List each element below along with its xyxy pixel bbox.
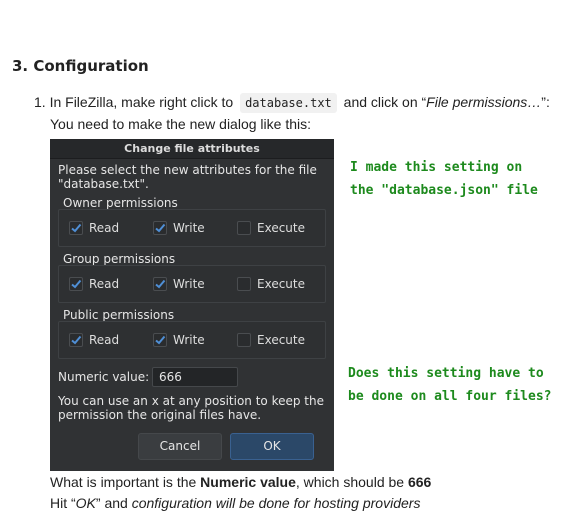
annotation-note2-line2: be done on all four files? — [348, 389, 552, 404]
filename-code: database.txt — [240, 93, 337, 113]
group-write-checkbox[interactable]: Write — [153, 277, 205, 291]
owner-read-checkbox[interactable]: Read — [69, 221, 119, 235]
public-execute-checkbox[interactable]: Execute — [237, 333, 305, 347]
annotation-note2-line1: Does this setting have to — [348, 366, 544, 381]
annotation-note1-line2: the "database.json" file — [350, 183, 538, 198]
step-text-before: In FileZilla, make right click to — [49, 94, 234, 110]
dialog-title: Change file attributes — [50, 139, 334, 159]
owner-write-checkbox[interactable]: Write — [153, 221, 205, 235]
public-read-checkbox[interactable]: Read — [69, 333, 119, 347]
group-execute-checkbox[interactable]: Execute — [237, 277, 305, 291]
checkmark-icon — [153, 333, 167, 347]
hint-line2: permission the original files have. — [58, 408, 262, 422]
group-execute-label: Execute — [257, 277, 305, 291]
footer-line2-rest: configuration will be done for hosting p… — [131, 495, 421, 511]
ok-button[interactable]: OK — [230, 433, 314, 460]
owner-execute-label: Execute — [257, 221, 305, 235]
owner-permissions-label: Owner permissions — [63, 196, 178, 210]
numeric-value-label: Numeric value: — [58, 370, 150, 384]
footer-line2-prefix: Hit “ — [50, 495, 76, 511]
owner-write-label: Write — [173, 221, 205, 235]
checkmark-icon — [69, 221, 83, 235]
dialog-description-line1: Please select the new attributes for the… — [58, 163, 317, 177]
checkmark-icon — [153, 221, 167, 235]
step-1: 1. In FileZilla, make right click to dat… — [34, 93, 550, 113]
empty-checkbox-icon — [237, 221, 251, 235]
footer-line1-middle: , which should be — [295, 474, 408, 490]
footer-line1: What is important is the Numeric value, … — [50, 474, 431, 490]
footer-line2-middle: ” and — [95, 495, 132, 511]
public-write-label: Write — [173, 333, 205, 347]
public-permissions-group: Read Write Execute — [58, 321, 326, 359]
ok-emphasis: OK — [75, 495, 96, 511]
owner-execute-checkbox[interactable]: Execute — [237, 221, 305, 235]
group-read-checkbox[interactable]: Read — [69, 277, 119, 291]
annotation-note1-line1: I made this setting on — [350, 160, 523, 175]
step-text-middle: and click on “ — [343, 94, 427, 110]
checkmark-icon — [69, 277, 83, 291]
numeric-value-emphasis: Numeric value — [200, 474, 296, 490]
public-execute-label: Execute — [257, 333, 305, 347]
footer-line2: Hit “OK” and configuration will be done … — [50, 495, 420, 511]
checkmark-icon — [153, 277, 167, 291]
section-heading: 3. Configuration — [12, 57, 149, 75]
footer-line1-prefix: What is important is the — [50, 474, 201, 490]
empty-checkbox-icon — [237, 333, 251, 347]
public-write-checkbox[interactable]: Write — [153, 333, 205, 347]
owner-read-label: Read — [89, 221, 120, 235]
owner-permissions-group: Read Write Execute — [58, 209, 326, 247]
public-read-label: Read — [89, 333, 120, 347]
change-file-attributes-dialog: Change file attributes Please select the… — [50, 139, 334, 471]
step-text-after: ”: — [541, 94, 550, 110]
group-permissions-group: Read Write Execute — [58, 265, 326, 303]
instruction-text: You need to make the new dialog like thi… — [50, 116, 311, 132]
group-permissions-label: Group permissions — [63, 252, 176, 266]
step-number: 1. — [34, 94, 46, 110]
hint-line1: You can use an x at any position to keep… — [58, 394, 324, 408]
empty-checkbox-icon — [237, 277, 251, 291]
required-value: 666 — [407, 474, 432, 490]
numeric-value-input[interactable]: 666 — [152, 367, 238, 387]
menu-item-name: File permissions… — [426, 94, 542, 110]
public-permissions-label: Public permissions — [63, 308, 175, 322]
group-write-label: Write — [173, 277, 205, 291]
dialog-description-line2: "database.txt". — [58, 177, 149, 191]
cancel-button[interactable]: Cancel — [138, 433, 222, 460]
group-read-label: Read — [89, 277, 120, 291]
checkmark-icon — [69, 333, 83, 347]
